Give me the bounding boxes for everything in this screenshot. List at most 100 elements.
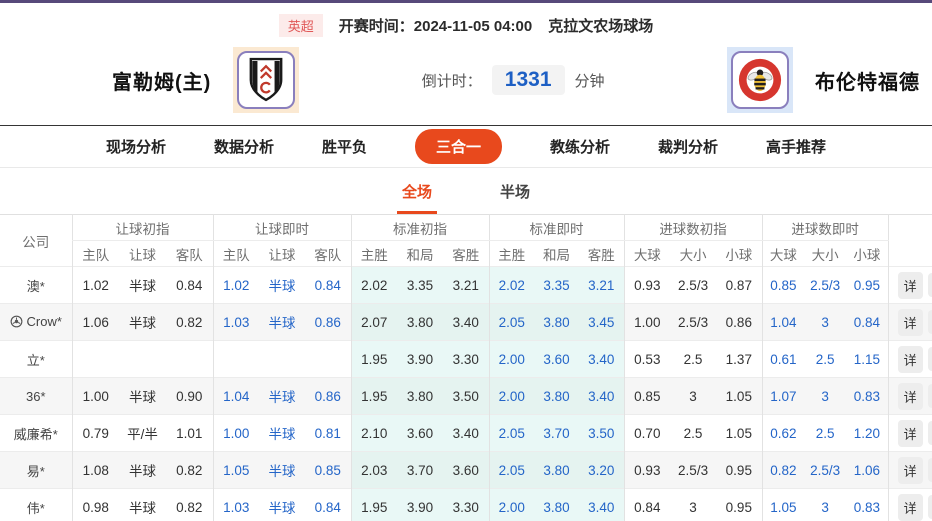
nav-tab-1[interactable]: 现场分析 xyxy=(106,136,166,157)
odds-cell-goals_initial-2: 2.5 xyxy=(683,425,703,441)
sub-header-handicap_live-3: 客队 xyxy=(305,240,352,267)
odds-cell-goals_live-2: 3 xyxy=(821,388,829,404)
sub-header-handicap_initial-3: 客队 xyxy=(166,240,214,267)
odds-cell-standard_live-1: 2.00 xyxy=(488,377,535,415)
kickoff-label: 开赛时间： xyxy=(338,18,414,35)
odds-cell-standard_initial-1: 2.07 xyxy=(350,303,398,341)
odds-cell-standard_initial-1: 1.95 xyxy=(350,377,398,415)
detail-button[interactable]: 详 xyxy=(897,271,923,299)
odds-cell-goals_live-2: 2.5 xyxy=(815,351,835,367)
odds-cell-standard_live-3: 3.20 xyxy=(579,451,625,489)
odds-cell-handicap_initial-3: 0.82 xyxy=(176,462,203,478)
detail-button[interactable]: 详 xyxy=(897,419,923,447)
company-cell: 伟* xyxy=(0,489,72,521)
company-cell: Crow* xyxy=(0,304,72,341)
table-row: 立* 1.95 3.90 3.30 2.00 3.60 3.40 0.53 2.5 1.37 0.6… xyxy=(0,340,932,378)
more-button-clipped[interactable] xyxy=(927,310,932,334)
sub-header-goals_live-2: 大小 xyxy=(804,240,847,267)
away-team-badge-frame xyxy=(731,51,789,109)
odds-cell-goals_live-2: 2.5/3 xyxy=(810,277,841,293)
odds-cell-handicap_live-1: 1.00 xyxy=(212,414,260,452)
odds-cell-standard_live-2: 3.80 xyxy=(534,488,580,521)
nav-tab-2[interactable]: 数据分析 xyxy=(214,136,274,157)
more-button-clipped[interactable] xyxy=(927,458,932,482)
company-column-header: 公司 xyxy=(0,214,72,267)
away-team-badge xyxy=(727,47,793,113)
odds-cell-standard_initial-3: 3.30 xyxy=(443,488,490,521)
countdown-label: 倒计时： xyxy=(421,72,482,90)
odds-cell-handicap_live-3: 0.84 xyxy=(314,277,341,293)
more-button-clipped[interactable] xyxy=(927,273,932,297)
odds-cell-goals_initial-1: 0.70 xyxy=(623,414,671,452)
actions-cell: 详 xyxy=(887,377,932,415)
odds-cell-goals_initial-2: 3 xyxy=(689,499,697,515)
odds-cell-standard_initial-2: 3.60 xyxy=(397,414,444,452)
more-button-clipped[interactable] xyxy=(927,421,932,445)
odds-cell-standard_initial-3: 3.40 xyxy=(443,303,490,341)
odds-cell-standard_live-2: 3.70 xyxy=(534,414,580,452)
sub-header-row: 主队 让球 客队 主队 让球 客队 主胜 和局 客胜 主胜 和局 客胜 大球 大小 小球 大球 大小 小球 xyxy=(0,240,932,267)
odds-table: 公司 让球初指 让球即时 标准初指 标准即时 进球数初指 进球数即时 主队 让球 客队 主队 让球客… xyxy=(0,214,932,521)
odds-cell-goals_live-2: 3 xyxy=(821,314,829,330)
nav-tab-4[interactable]: 三合一 xyxy=(414,129,502,164)
subtab-2[interactable]: 半场 xyxy=(495,181,535,214)
odds-cell-goals_initial-3: 1.05 xyxy=(725,425,752,441)
odds-cell-standard_live-2: 3.80 xyxy=(534,303,580,341)
nav-tab-5[interactable]: 教练分析 xyxy=(550,136,610,157)
nav-tab-3[interactable]: 胜平负 xyxy=(322,136,367,157)
odds-cell-handicap_live-2: 半球 xyxy=(268,427,296,442)
odds-cell-handicap_live-1: 1.05 xyxy=(212,451,260,489)
odds-cell-standard_initial-2: 3.90 xyxy=(397,488,444,521)
group-header-goals_live: 进球数即时 xyxy=(761,214,889,241)
odds-cell-standard_live-1: 2.00 xyxy=(488,340,535,378)
odds-cell-handicap_initial-2: 半球 xyxy=(129,316,156,331)
odds-cell-goals_live-3: 0.95 xyxy=(853,277,880,293)
odds-cell-handicap_live-2: 半球 xyxy=(268,279,296,294)
odds-cell-goals_initial-1: 1.00 xyxy=(623,303,671,341)
detail-button[interactable]: 详 xyxy=(897,456,923,484)
odds-cell-handicap_initial-2: 半球 xyxy=(129,501,156,517)
odds-cell-goals_initial-1: 0.93 xyxy=(623,451,671,489)
odds-cell-standard_initial-3: 3.30 xyxy=(443,340,490,378)
odds-cell-standard_live-3: 3.40 xyxy=(579,340,625,378)
odds-cell-goals_live-2: 3 xyxy=(821,499,829,515)
table-row: 伟* 0.98 半球 0.82 1.03 半球 0.84 1.95 3.90 3.30 2.00 3.… xyxy=(0,488,932,521)
sub-header-standard_initial-2: 和局 xyxy=(397,240,444,267)
odds-cell-standard_live-1: 2.05 xyxy=(488,303,535,341)
odds-cell-standard_initial-3: 3.40 xyxy=(443,414,490,452)
odds-cell-goals_initial-1: 0.85 xyxy=(623,377,671,415)
sub-header-handicap_live-2: 让球 xyxy=(259,240,306,267)
odds-cell-handicap_live-3: 0.86 xyxy=(314,314,341,330)
odds-cell-handicap_live-2: 半球 xyxy=(268,501,296,517)
company-name: 易* xyxy=(26,463,45,479)
table-row: 易* 1.08 半球 0.82 1.05 半球 0.85 2.03 3.70 3.60 2.05 3.… xyxy=(0,451,932,489)
odds-cell-standard_live-3: 3.45 xyxy=(579,303,625,341)
home-team-badge-frame xyxy=(237,51,296,109)
odds-cell-standard_live-3: 3.50 xyxy=(579,414,625,452)
sub-header-standard_live-3: 客胜 xyxy=(579,240,625,267)
more-button-clipped[interactable] xyxy=(927,347,932,371)
odds-cell-handicap_live-1: 1.03 xyxy=(212,303,260,341)
sub-header-handicap_live-1: 主队 xyxy=(212,240,260,267)
detail-button[interactable]: 详 xyxy=(897,308,923,336)
nav-tab-6[interactable]: 裁判分析 xyxy=(658,136,718,157)
odds-cell-standard_initial-3: 3.21 xyxy=(443,266,490,304)
nav-tab-7[interactable]: 高手推荐 xyxy=(766,136,826,157)
actions-cell: 详 xyxy=(887,340,932,378)
nav-tabs: 现场分析 数据分析 胜平负 三合一 教练分析 裁判分析 高手推荐 xyxy=(0,125,932,168)
detail-button[interactable]: 详 xyxy=(897,345,923,373)
odds-cell-standard_initial-2: 3.90 xyxy=(397,340,444,378)
odds-cell-handicap_initial-1: 0.98 xyxy=(71,488,119,521)
odds-cell-goals_live-1: 0.85 xyxy=(761,266,805,304)
odds-cell-goals_initial-3: 0.95 xyxy=(725,499,752,515)
more-button-clipped[interactable] xyxy=(927,384,932,408)
detail-button[interactable]: 详 xyxy=(897,493,923,521)
actions-cell: 详 xyxy=(887,488,932,521)
more-button-clipped[interactable] xyxy=(927,495,932,520)
odds-cell-goals_initial-1: 0.53 xyxy=(623,340,671,378)
odds-cell-handicap_initial-2: 半球 xyxy=(129,464,156,479)
subtab-1[interactable]: 全场 xyxy=(396,181,437,214)
odds-cell-handicap_initial-1: 1.02 xyxy=(71,266,119,304)
detail-button[interactable]: 详 xyxy=(897,382,923,410)
home-team-name: 富勒姆(主) xyxy=(112,71,212,94)
